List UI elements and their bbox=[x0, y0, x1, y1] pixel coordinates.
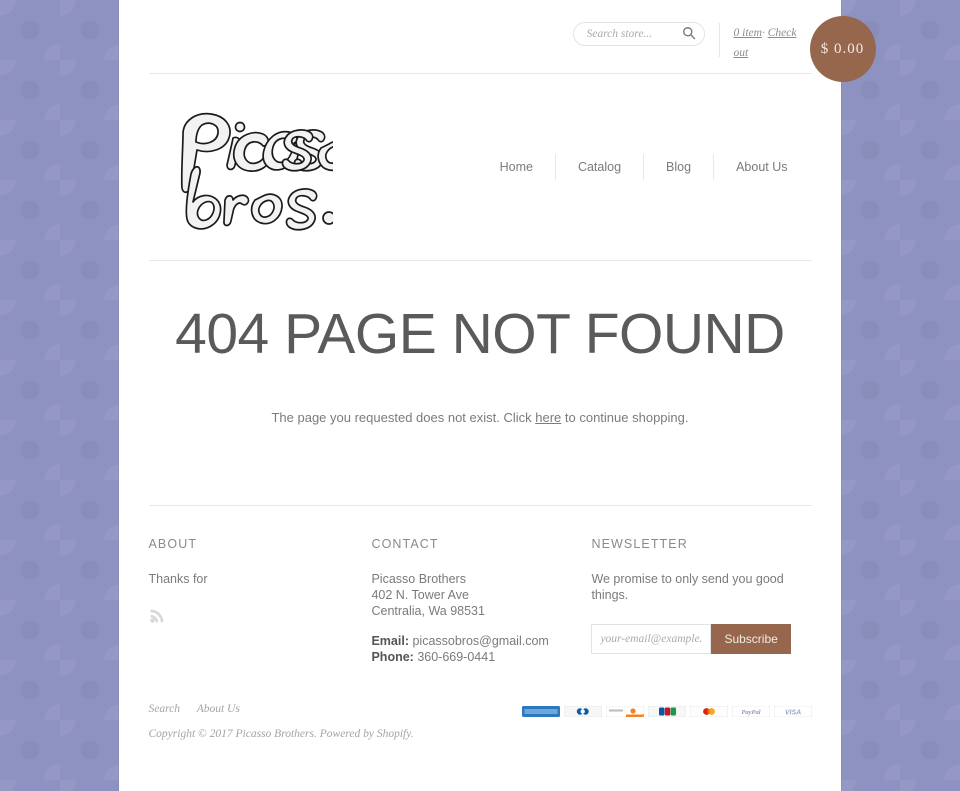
page-title: 404 PAGE NOT FOUND bbox=[175, 302, 785, 366]
error-message: The page you requested does not exist. C… bbox=[149, 410, 812, 425]
main-content: 404 PAGE NOT FOUND The page you requeste… bbox=[149, 261, 812, 505]
payment-icon-master bbox=[689, 706, 728, 717]
payment-icon-paypal: PayPal bbox=[731, 706, 770, 717]
copyright-shop-link[interactable]: Picasso Brothers bbox=[236, 728, 314, 740]
payment-icon-discover bbox=[605, 706, 644, 717]
contact-city: Centralia, Wa 98531 bbox=[371, 604, 485, 618]
contact-phone-value: 360-669-0441 bbox=[417, 650, 496, 664]
top-bar: 0 item· Check out bbox=[149, 0, 812, 73]
copyright: Copyright © 2017 Picasso Brothers. Power… bbox=[149, 728, 522, 740]
footer-link-about-us[interactable]: About Us bbox=[197, 703, 240, 715]
cart-total-amount: $ 0.00 bbox=[820, 40, 865, 57]
error-message-before: The page you requested does not exist. C… bbox=[271, 409, 536, 425]
footer-bottom-left: Search About Us Copyright © 2017 Picasso… bbox=[149, 703, 522, 740]
footer-column-newsletter: NEWSLETTER We promise to only send you g… bbox=[590, 537, 811, 665]
continue-shopping-link[interactable]: here bbox=[535, 410, 561, 425]
site-logo[interactable] bbox=[149, 102, 449, 232]
footer-secondary-links: Search About Us bbox=[149, 703, 522, 715]
newsletter-text: We promise to only send you good things. bbox=[591, 572, 784, 602]
nav-item-blog[interactable]: Blog bbox=[644, 160, 713, 174]
cart-separator: · bbox=[761, 27, 765, 39]
topbar-divider bbox=[718, 23, 720, 57]
svg-text:PayPal: PayPal bbox=[741, 709, 760, 716]
newsletter-email-input[interactable] bbox=[591, 624, 712, 654]
contact-heading: CONTACT bbox=[371, 537, 439, 551]
footer-link-search[interactable]: Search bbox=[149, 703, 181, 715]
rss-icon[interactable] bbox=[149, 607, 166, 627]
about-heading: ABOUT bbox=[148, 537, 198, 551]
payment-icon-visa: VISA bbox=[773, 706, 812, 717]
footer-column-contact: CONTACT Picasso Brothers 402 N. Tower Av… bbox=[369, 537, 590, 665]
shopify-link[interactable]: Shopify bbox=[377, 728, 411, 740]
contact-phone-line: Phone: 360-669-0441 bbox=[371, 649, 590, 665]
nav-item-catalog[interactable]: Catalog bbox=[556, 160, 643, 174]
contact-phone-label: Phone: bbox=[371, 650, 414, 664]
about-text: Thanks for bbox=[148, 572, 208, 586]
newsletter-form: Subscribe bbox=[591, 624, 811, 654]
nav-item-about-us[interactable]: About Us bbox=[714, 160, 809, 174]
cart-item-count[interactable]: 0 item bbox=[734, 27, 762, 39]
contact-email-value: picassobros@gmail.com bbox=[412, 634, 549, 648]
newsletter-heading: NEWSLETTER bbox=[591, 537, 688, 551]
copyright-end: . bbox=[410, 728, 414, 740]
svg-text:VISA: VISA bbox=[784, 709, 800, 716]
site-header: Home Catalog Blog About Us bbox=[149, 74, 812, 260]
nav-item-home[interactable]: Home bbox=[478, 160, 555, 174]
contact-email-label: Email: bbox=[371, 634, 409, 648]
payment-icon-jcb bbox=[647, 706, 686, 717]
search-icon[interactable] bbox=[681, 26, 697, 42]
error-message-after: to continue shopping. bbox=[561, 409, 689, 425]
page-sheet: 0 item· Check out $ 0.00 bbox=[119, 0, 876, 791]
contact-email-line: Email: picassobros@gmail.com bbox=[371, 633, 590, 649]
site-footer: ABOUT Thanks for CONTACT Picasso Brother… bbox=[149, 506, 812, 665]
copyright-mid: . Powered by bbox=[314, 728, 377, 740]
contact-address: Picasso Brothers 402 N. Tower Ave Centra… bbox=[371, 571, 590, 619]
contact-name: Picasso Brothers bbox=[371, 572, 466, 586]
search-form bbox=[572, 22, 705, 46]
cart-summary: 0 item· Check out bbox=[734, 22, 812, 63]
footer-column-about: ABOUT Thanks for bbox=[149, 537, 370, 665]
payment-icon-american-express bbox=[521, 706, 560, 717]
subscribe-button[interactable]: Subscribe bbox=[711, 624, 791, 654]
main-navigation: Home Catalog Blog About Us bbox=[449, 154, 812, 180]
footer-bottom-bar: Search About Us Copyright © 2017 Picasso… bbox=[149, 665, 812, 740]
copyright-before: Copyright © 2017 bbox=[148, 728, 236, 740]
cart-total-bubble[interactable]: $ 0.00 bbox=[809, 16, 876, 82]
contact-street: 402 N. Tower Ave bbox=[371, 588, 469, 602]
payment-methods: PayPal VISA bbox=[521, 703, 812, 717]
payment-icon-diners-club bbox=[563, 706, 602, 717]
